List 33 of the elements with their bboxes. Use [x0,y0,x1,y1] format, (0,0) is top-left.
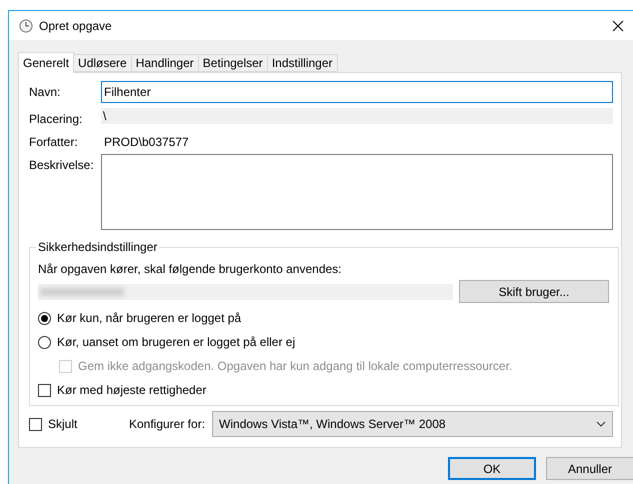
change-user-button[interactable]: Skift bruger... [459,280,609,303]
name-field[interactable]: Filhenter [101,81,613,103]
location-field: \ [101,108,613,124]
chevron-down-icon [596,421,606,427]
radio-button[interactable] [38,336,51,348]
field-label: Beskrivelse: [29,157,95,172]
option-label: Kør, uanset om brugeren er logget på eller ej [57,335,296,349]
dialog-button[interactable]: OK [448,457,536,480]
option-label: Skjult [48,417,78,431]
checkbox[interactable] [29,418,42,430]
field-label: Forfatter: [29,134,79,149]
field-label: Placering: [29,111,84,126]
window-title: Opret opgave [39,18,113,32]
configure-dropdown[interactable]: Windows Vista™, Windows Server™ 2008 [212,411,613,437]
group-title: Sikkerhedsindstillinger [37,240,158,254]
close-icon [612,20,624,32]
description-field[interactable] [101,154,613,230]
account-prompt: Når opgaven kører, skal følgende brugerkonto anvendes: [38,262,343,276]
tab[interactable]: Generelt [18,52,74,73]
author-value: PROD\b037577 [103,134,190,149]
field-label: Navn: [29,84,62,99]
field-label: Konfigurer for: [128,417,206,431]
dialog-button[interactable]: Annuller [546,457,633,480]
clock-icon [19,18,33,32]
tab[interactable]: Betingelser [198,54,268,72]
option-label: Kør kun, når brugeren er logget på [57,311,242,325]
tab[interactable]: Handlinger [130,54,199,72]
tab[interactable]: Indstillinger [266,54,338,72]
tab[interactable]: Udløsere [73,54,132,72]
option-label: Gem ikke adgangskoden. Opgaven har kun adgang til lokale computerressourcer. [78,359,512,373]
option-label: Kør med højeste rettigheder [57,383,206,397]
checkbox[interactable] [38,384,51,396]
radio-button[interactable] [38,312,51,324]
